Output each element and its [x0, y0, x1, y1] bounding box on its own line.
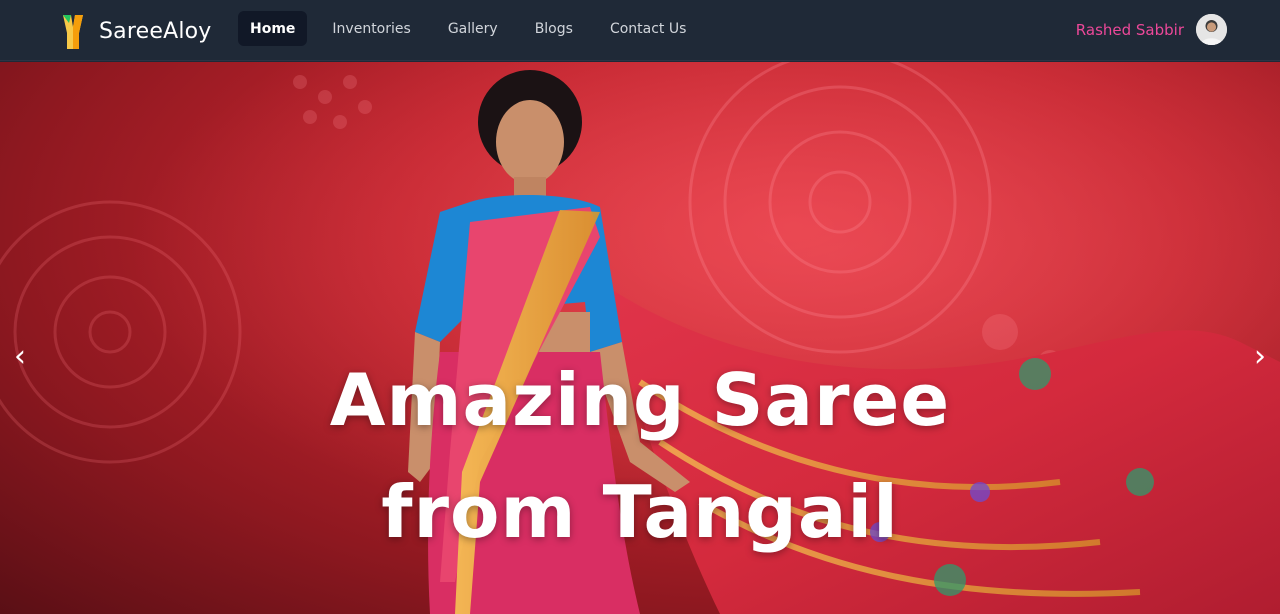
- main-nav: Home Inventories Gallery Blogs Contact U…: [238, 11, 711, 46]
- nav-home[interactable]: Home: [238, 11, 308, 46]
- hero-carousel: ‹ › Amazing Saree from Tangail: [0, 62, 1280, 614]
- user-avatar[interactable]: [1196, 14, 1227, 45]
- nav-inventories[interactable]: Inventories: [320, 11, 422, 46]
- saree-logo-icon: [63, 15, 83, 49]
- top-navbar: SareeAloy Home Inventories Gallery Blogs…: [0, 0, 1280, 61]
- hero-caption-line-2: from Tangail: [381, 470, 899, 554]
- user-menu[interactable]: Rashed Sabbir: [1076, 14, 1227, 45]
- brand-link[interactable]: SareeAloy: [59, 11, 212, 51]
- hero-caption-line-1: Amazing Saree: [329, 358, 951, 442]
- nav-blogs[interactable]: Blogs: [523, 11, 585, 46]
- nav-gallery[interactable]: Gallery: [436, 11, 510, 46]
- brand-name: SareeAloy: [99, 18, 212, 44]
- user-name[interactable]: Rashed Sabbir: [1076, 21, 1184, 39]
- hero-caption: Amazing Saree from Tangail: [0, 344, 1280, 568]
- nav-contact-us[interactable]: Contact Us: [598, 11, 698, 46]
